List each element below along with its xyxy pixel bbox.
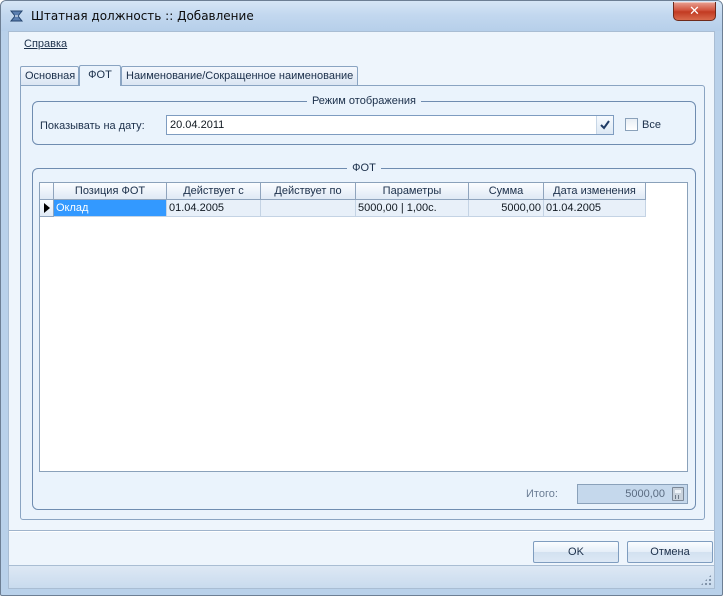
status-bar [9,565,714,588]
cell-position[interactable]: Оклад [54,200,167,217]
cell-valid-from[interactable]: 01.04.2005 [167,200,261,217]
fot-group-title: ФОТ [347,162,381,174]
column-header-change-date[interactable]: Дата изменения [544,183,646,200]
date-value: 20.04.2011 [170,119,225,131]
tab-names[interactable]: Наименование/Сокращенное наименование [121,66,358,85]
tab-panel-fot: Режим отображения Показывать на дату: 20… [20,85,705,520]
dialog-window: Штатная должность :: Добавление ✕ Справк… [0,0,723,596]
column-header-position[interactable]: Позиция ФОТ [54,183,167,200]
header-indicator-cell [40,183,54,200]
resize-grip-icon[interactable] [700,574,712,586]
column-header-parameters[interactable]: Параметры [356,183,469,200]
cancel-button[interactable]: Отмена [627,541,713,563]
separator-line [9,530,714,532]
date-label: Показывать на дату: [40,120,145,132]
display-mode-group: Режим отображения Показывать на дату: 20… [32,95,696,145]
tab-fot[interactable]: ФОТ [79,65,121,86]
column-header-valid-from[interactable]: Действует с [167,183,261,200]
grid-header: Позиция ФОТ Действует с Действует по Пар… [40,183,687,200]
tab-main[interactable]: Основная [20,66,79,85]
fot-group: ФОТ Позиция ФОТ Действует с Действует по… [32,162,696,510]
app-icon [9,10,24,22]
date-combobox[interactable]: 20.04.2011 [166,115,614,135]
cell-sum[interactable]: 5000,00 [469,200,544,217]
row-pointer-icon [40,200,54,217]
title-bar[interactable]: Штатная должность :: Добавление ✕ [1,1,722,31]
cell-change-date[interactable]: 01.04.2005 [544,200,646,217]
window-title: Штатная должность :: Добавление [31,9,254,23]
cell-parameters[interactable]: 5000,00 | 1,00с. [356,200,469,217]
all-checkbox-label: Все [642,119,661,131]
close-icon: ✕ [689,3,700,18]
cell-valid-to[interactable] [261,200,356,217]
fot-grid[interactable]: Позиция ФОТ Действует с Действует по Пар… [39,182,688,472]
total-label: Итого: [526,488,558,500]
column-header-valid-to[interactable]: Действует по [261,183,356,200]
all-checkbox[interactable] [625,118,638,131]
display-mode-title: Режим отображения [306,95,422,107]
menu-item-help[interactable]: Справка [24,38,67,50]
total-field: 5000,00 [577,484,688,504]
calculator-icon[interactable] [672,487,684,501]
column-header-sum[interactable]: Сумма [469,183,544,200]
total-value: 5000,00 [625,488,665,500]
ok-button[interactable]: OK [533,541,619,563]
close-button[interactable]: ✕ [673,2,716,21]
dialog-client-area: Справка Основная ФОТ Наименование/Сокращ… [8,31,715,589]
checkmark-dropdown-icon [600,120,610,130]
table-row[interactable]: Оклад 01.04.2005 5000,00 | 1,00с. 5000,0… [40,200,687,217]
date-dropdown-button[interactable] [596,116,613,134]
